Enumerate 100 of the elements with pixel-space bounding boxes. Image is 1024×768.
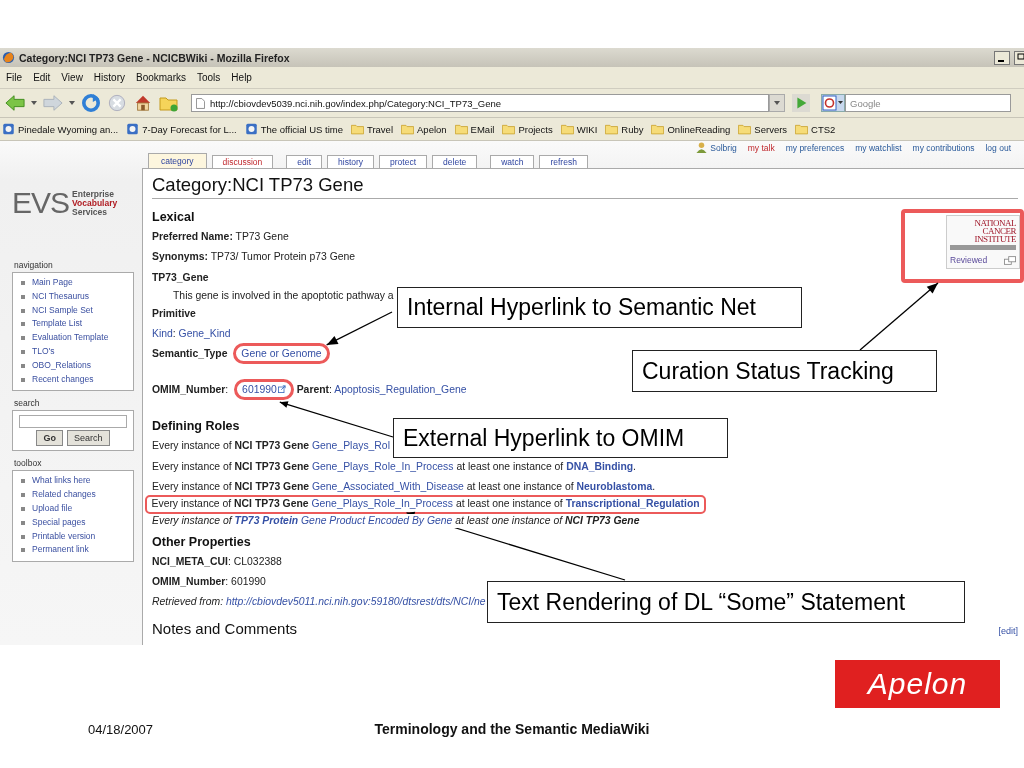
edit-link[interactable]: [edit] <box>998 626 1018 637</box>
favicon-icon <box>2 123 15 135</box>
bookmark-item[interactable]: OnlineReading <box>651 123 731 135</box>
callout-box: Internal Hyperlink to Semantic Net <box>397 287 802 328</box>
bookmark-item[interactable]: WIKI <box>560 123 598 135</box>
property-line: OMIM_Number: 601990 <box>152 574 266 589</box>
tab[interactable]: edit <box>286 155 322 169</box>
property-line: Kind: Gene_Kind <box>152 326 231 341</box>
callout-box: Text Rendering of DL “Some” Statement <box>487 581 965 623</box>
personal-link[interactable]: my watchlist <box>855 142 902 153</box>
bookmark-item[interactable]: 7-Day Forecast for L... <box>126 123 237 135</box>
globe-icon <box>2 51 15 64</box>
caret-icon[interactable] <box>69 101 75 105</box>
search-engine-icon[interactable] <box>821 94 845 112</box>
link[interactable]: Gene or Genome <box>241 347 322 359</box>
search-button[interactable]: Go <box>36 430 63 447</box>
tab[interactable]: watch <box>490 155 535 169</box>
bookmark-item[interactable]: Servers <box>738 123 788 135</box>
folder-icon <box>502 123 516 135</box>
caret-icon[interactable] <box>31 101 37 105</box>
maximize-icon[interactable] <box>1014 50 1024 65</box>
menu-item[interactable]: History <box>93 72 125 83</box>
stop-icon[interactable] <box>107 94 127 112</box>
link[interactable]: TP73 Protein <box>234 515 299 527</box>
tab[interactable]: history <box>327 155 375 169</box>
bookmark-item[interactable]: EMail <box>454 123 495 135</box>
menu-item[interactable]: View <box>61 72 83 83</box>
subheading: TP73_Gene <box>152 270 209 285</box>
menu-item[interactable]: Help <box>231 72 252 83</box>
personal-link[interactable]: log out <box>985 142 1011 153</box>
page-title: Category:NCI TP73 Gene <box>152 173 1018 199</box>
role-statement: Every instance of NCI TP73 Gene Gene_Associated_With_Disease at least one instance of Neuroblastoma. <box>152 479 656 494</box>
link[interactable]: Gene_Plays_Role_In_Process <box>311 498 453 510</box>
menu-item[interactable]: File <box>6 72 23 83</box>
link[interactable]: Gene_Plays_Rol <box>312 440 390 452</box>
link[interactable]: Gene_Associated_With_Disease <box>312 480 464 492</box>
bookmark-item[interactable]: Apelon <box>401 123 447 135</box>
folder-icon[interactable] <box>159 94 179 112</box>
link[interactable]: Gene_Kind <box>178 327 231 339</box>
folder-icon <box>651 123 665 135</box>
personal-link[interactable]: my contributions <box>912 142 975 153</box>
slide-title: Terminology and the Semantic MediaWiki <box>374 721 650 737</box>
sidebar-link[interactable]: Evaluation Template <box>20 331 109 345</box>
portlet-title: toolbox <box>13 458 43 471</box>
sidebar-link[interactable]: OBO_Relations <box>20 358 92 373</box>
personal-link[interactable]: my preferences <box>785 142 845 153</box>
minimize-icon[interactable] <box>994 50 1010 65</box>
bookmark-item[interactable]: Travel <box>350 123 393 135</box>
address-field[interactable]: http://cbiovdev5039.nci.nih.gov/index.php/Category:NCI_TP73_Gene <box>191 94 769 112</box>
link[interactable]: Kind <box>152 327 173 339</box>
link[interactable]: 601990 <box>242 384 277 396</box>
user-link[interactable]: Solbrig <box>696 142 737 153</box>
menu-item[interactable]: Edit <box>33 72 51 83</box>
link[interactable]: Transcriptional_Regulation <box>565 498 700 510</box>
status-link[interactable]: Reviewed <box>950 255 988 265</box>
tab[interactable]: protect <box>379 155 428 169</box>
folder-icon <box>350 123 364 135</box>
home-icon[interactable] <box>133 94 153 112</box>
section-heading: Notes and Comments <box>152 619 298 640</box>
link[interactable]: Gene Product Encoded By Gene <box>301 515 453 527</box>
back-arrow-icon[interactable] <box>5 94 25 112</box>
section-heading: Other Properties <box>152 533 251 551</box>
overlapping-rectangles-icon[interactable] <box>1004 255 1016 265</box>
property-line: Semantic_Type Gene or Genome <box>152 346 330 361</box>
bookmark-item[interactable]: Ruby <box>605 123 644 135</box>
link[interactable]: Apoptosis_Regulation_Gene <box>334 384 467 396</box>
bookmark-item[interactable]: Projects <box>502 123 553 135</box>
folder-icon <box>454 123 468 135</box>
menu-item[interactable]: Bookmarks <box>136 72 186 83</box>
link[interactable]: Gene_Plays_Role_In_Process <box>312 460 454 472</box>
tab[interactable]: discussion <box>211 155 274 169</box>
tab[interactable]: delete <box>432 155 478 169</box>
bookmark-item[interactable]: Pinedale Wyoming an... <box>2 123 119 135</box>
property-line: OMIM_Number: 601990 Parent: Apoptosis_Regulation_Gene <box>152 383 467 398</box>
search-button[interactable]: Search <box>67 430 110 447</box>
tab[interactable]: category <box>148 153 207 169</box>
search-field[interactable] <box>19 415 127 429</box>
bookmark-item[interactable]: The official US time <box>244 123 343 135</box>
link[interactable]: http://cbiovdev5011.nci.nih.gov:59180/dtsrest/dts/NCI/ne <box>225 596 486 608</box>
go-button[interactable] <box>791 94 811 112</box>
user-icon <box>696 142 708 153</box>
favicon-icon <box>126 123 140 135</box>
folder-icon <box>795 123 809 135</box>
tab[interactable]: refresh <box>539 155 588 169</box>
personal-link[interactable]: my talk <box>747 142 775 153</box>
callout-box: Curation Status Tracking <box>632 350 937 392</box>
role-statement: Every instance of TP73 Protein Gene Product Encoded By Gene at least one instance of NCI TP73 Gene <box>152 514 640 529</box>
bookmark-item[interactable]: CTS2 <box>795 123 836 135</box>
history-dropdown-button[interactable] <box>769 94 785 112</box>
folder-icon <box>560 123 574 135</box>
reload-icon[interactable] <box>81 94 101 112</box>
folder-icon <box>738 123 752 135</box>
sidebar-link[interactable]: Related changes <box>20 488 96 502</box>
sidebar-link[interactable]: Main Page <box>20 276 73 290</box>
external-link-icon <box>277 385 286 394</box>
search-field[interactable]: Google <box>845 94 1011 112</box>
menu-item[interactable]: Tools <box>197 72 221 83</box>
property-line: Preferred Name: TP73 Gene <box>152 230 289 245</box>
logo: Apelon <box>835 660 1000 708</box>
logo[interactable]: NATIONAL CANCER INSTITUTE <box>950 219 1016 250</box>
